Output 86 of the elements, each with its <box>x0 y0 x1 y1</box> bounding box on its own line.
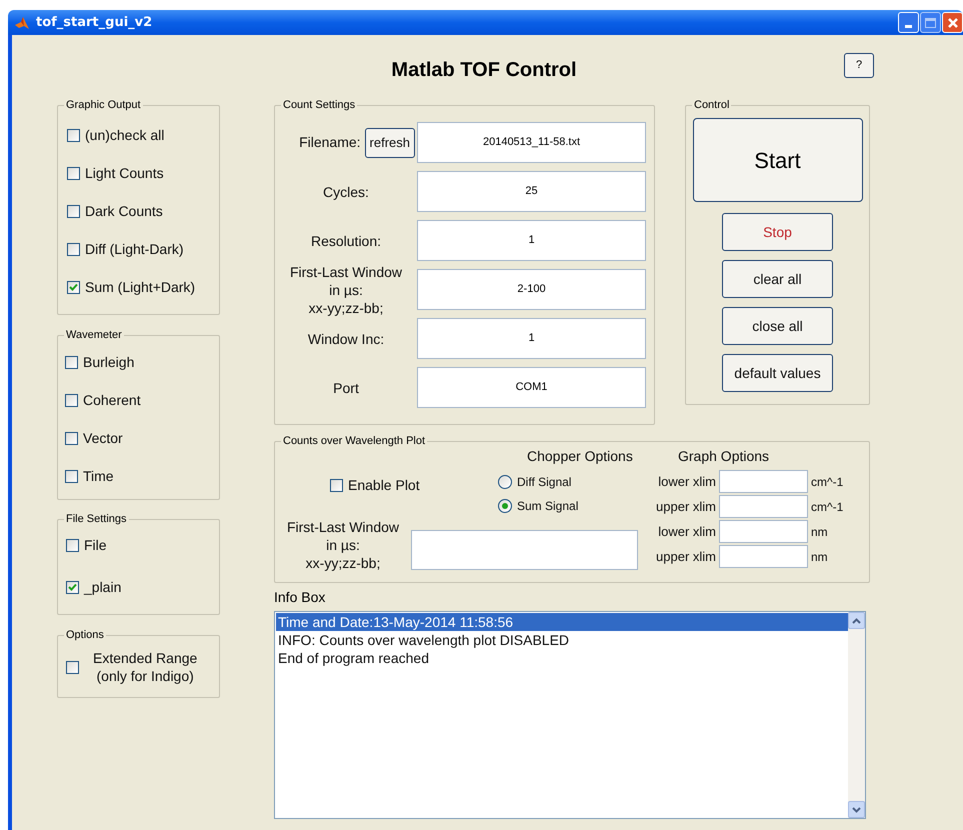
text-field[interactable]: COM1 <box>417 367 646 408</box>
checkbox[interactable] <box>66 660 79 674</box>
field-label: Resolution: <box>310 232 382 250</box>
checkbox[interactable] <box>67 242 80 256</box>
info-box-label: Info Box <box>274 588 326 607</box>
group-title: Options <box>64 628 106 642</box>
checkbox-label: Extended Range (only for Indigo) <box>93 649 198 685</box>
field-label: lower xlim <box>657 472 716 491</box>
info-list[interactable]: Time and Date:13-May-2014 11:58:56 INFO: Counts over wavelength plot DISABLED End of program reached <box>274 611 866 819</box>
text-field[interactable]: 1 <box>417 318 646 359</box>
app-icon <box>14 14 30 30</box>
checkbox-label: Time <box>83 467 114 485</box>
section-title: Graph Options <box>678 447 770 466</box>
checkbox-label: File <box>84 536 107 554</box>
checkbox[interactable] <box>67 204 80 218</box>
field-label: lower xlim <box>657 522 716 541</box>
field-label: Port <box>333 378 359 396</box>
text-field[interactable]: 25 <box>417 171 646 212</box>
checkbox[interactable] <box>66 580 79 594</box>
caret-down-icon <box>852 806 861 812</box>
checkbox-label: Sum (Light+Dark) <box>85 278 196 296</box>
help-button[interactable]: ? <box>844 52 874 78</box>
field-label: Cycles: <box>323 182 369 200</box>
checkbox-label: Dark Counts <box>85 202 163 220</box>
start-button[interactable]: Start <box>692 118 862 202</box>
checkbox-label: Light Counts <box>85 164 164 182</box>
field-label: upper xlim <box>655 498 716 516</box>
scroll-down-button[interactable] <box>848 801 865 818</box>
text-field[interactable] <box>411 530 638 570</box>
checkbox-label: Enable Plot <box>348 476 420 494</box>
radio-button[interactable] <box>498 475 512 489</box>
group-title: Count Settings <box>281 98 358 112</box>
checkbox-label: Diff (Light-Dark) <box>85 240 184 258</box>
checkbox-label: Burleigh <box>83 353 134 371</box>
field-label: Window Inc: <box>308 330 384 348</box>
field-label: Filename: <box>299 133 361 152</box>
unit-label: nm <box>811 524 828 540</box>
scrollbar[interactable] <box>848 612 865 818</box>
refresh-button[interactable]: refresh <box>364 128 415 158</box>
list-item[interactable]: Time and Date:13-May-2014 11:58:56 <box>276 613 848 631</box>
text-field[interactable] <box>719 470 808 493</box>
unit-label: cm^-1 <box>811 474 844 490</box>
control-button[interactable]: close all <box>722 307 833 345</box>
checkbox-label: (un)check all <box>85 126 164 144</box>
group-title: File Settings <box>64 512 129 526</box>
group-title: Graphic Output <box>64 98 143 112</box>
field-label: First-Last Window in µs: xx-yy;zz-bb; <box>286 518 400 572</box>
radio-label: Sum Signal <box>517 498 578 515</box>
checkbox[interactable] <box>65 356 78 368</box>
checkbox-label: Coherent <box>83 391 141 409</box>
checkbox[interactable] <box>65 470 78 482</box>
caret-up-icon <box>852 618 861 624</box>
group-title: Counts over Wavelength Plot <box>281 434 428 448</box>
unit-label: cm^-1 <box>811 498 844 516</box>
checkbox[interactable] <box>66 538 79 552</box>
checkbox[interactable] <box>65 432 78 444</box>
control-button[interactable]: default values <box>722 354 833 392</box>
checkbox[interactable] <box>330 478 343 492</box>
text-field[interactable]: 2-100 <box>417 269 646 310</box>
checkbox-label: Vector <box>83 429 123 447</box>
text-field[interactable] <box>719 545 808 568</box>
field-label: First-Last Window in µs: xx-yy;zz-bb; <box>290 262 402 316</box>
text-field[interactable] <box>719 495 808 518</box>
checkbox-label: _plain <box>84 578 122 596</box>
checkbox[interactable] <box>67 280 80 294</box>
checkbox[interactable] <box>67 166 80 180</box>
checkbox[interactable] <box>65 394 78 406</box>
unit-label: nm <box>811 548 828 566</box>
field-label: upper xlim <box>655 548 716 566</box>
text-field[interactable]: 20140513_11-58.txt <box>417 122 646 163</box>
window-heading: Matlab TOF Control <box>390 58 578 83</box>
list-item[interactable]: INFO: Counts over wavelength plot DISABLED <box>276 631 848 649</box>
radio-label: Diff Signal <box>517 474 572 491</box>
list-item[interactable]: End of program reached <box>276 649 848 667</box>
close-icon <box>946 16 958 28</box>
close-button[interactable] <box>942 12 963 33</box>
radio-button[interactable] <box>498 499 512 513</box>
section-title: Chopper Options <box>527 447 633 466</box>
text-field[interactable] <box>719 520 808 543</box>
control-button[interactable]: clear all <box>722 260 833 298</box>
minimize-button[interactable] <box>898 12 919 33</box>
scroll-up-button[interactable] <box>848 612 865 629</box>
text-field[interactable]: 1 <box>417 220 646 261</box>
checkbox[interactable] <box>67 128 80 142</box>
window-title: tof_start_gui_v2 <box>36 14 152 32</box>
control-button[interactable]: Stop <box>722 213 833 251</box>
